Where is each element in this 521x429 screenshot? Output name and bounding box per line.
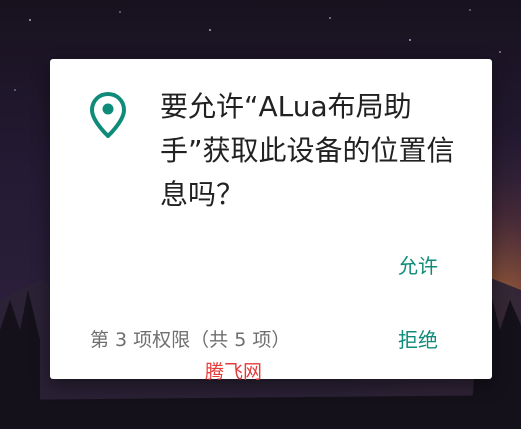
watermark-text: 腾飞网: [205, 361, 263, 383]
deny-button[interactable]: 拒绝: [398, 324, 438, 353]
permission-counter: 第 3 项权限（共 5 项）: [90, 329, 291, 351]
permission-screen: 要允许“ALua布局助手”获取此设备的位置信息吗？ 允许 第 3 项权限（共 5…: [0, 0, 521, 429]
permission-dialog: 要允许“ALua布局助手”获取此设备的位置信息吗？ 允许 第 3 项权限（共 5…: [50, 59, 492, 379]
location-pin-icon: [90, 92, 126, 138]
permission-message: 要允许“ALua布局助手”获取此设备的位置信息吗？: [160, 90, 455, 211]
allow-button[interactable]: 允许: [398, 250, 438, 279]
